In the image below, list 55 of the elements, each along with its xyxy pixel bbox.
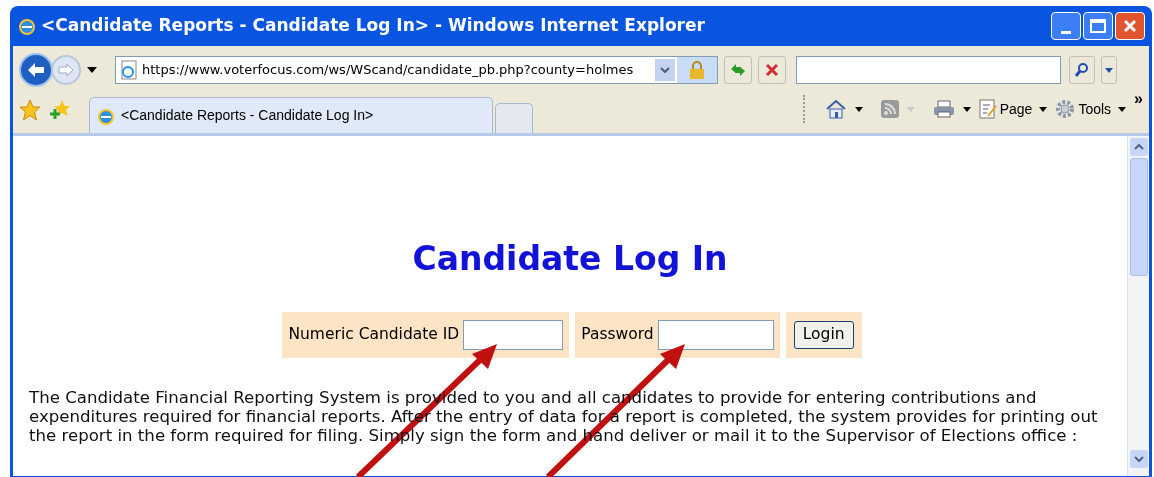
add-favorite-icon[interactable] [49,99,71,121]
page-menu-button[interactable]: Page [978,98,1048,120]
tools-menu-button[interactable]: Tools [1055,98,1127,120]
minimize-button[interactable] [1051,12,1081,40]
field-label: Numeric Candidate ID [288,324,460,346]
scroll-thumb[interactable] [1129,158,1148,276]
forward-arrow-icon [58,63,74,77]
chevron-down-icon [1133,456,1144,462]
security-lock-button[interactable] [677,57,717,83]
login-button[interactable]: Login [793,321,854,349]
scroll-down-button[interactable] [1129,450,1148,468]
dropdown-caret-icon[interactable] [87,67,97,73]
printer-icon[interactable] [932,100,955,118]
chevron-down-icon [660,67,670,73]
back-button[interactable] [19,53,53,87]
gear-icon [1055,99,1076,119]
address-field[interactable]: https://www.voterfocus.com/ws/WScand/candidate_pb.php?county=holmes [115,56,718,84]
page-icon [978,99,997,119]
back-arrow-icon [27,62,45,78]
close-icon [1122,18,1138,34]
minimize-icon [1061,31,1071,34]
feed-icon[interactable] [880,100,899,118]
caret-icon[interactable] [962,106,971,112]
search-icon [1074,62,1090,78]
vertical-scrollbar[interactable] [1127,136,1149,476]
chevron-up-icon [1133,144,1144,150]
address-dropdown-button[interactable] [655,59,675,81]
browser-tab[interactable]: <Candidate Reports - Candidate Log In> [89,97,493,133]
maximize-button[interactable] [1083,12,1113,40]
stop-button[interactable] [758,56,786,84]
window-title: <Candidate Reports - Candidate Log In> - Windows Internet Explorer [41,14,705,38]
page-icon [120,60,138,80]
candidate-id-field[interactable] [463,320,564,350]
search-button[interactable] [1069,56,1095,84]
more-tools-chevron[interactable]: » [1134,87,1143,111]
browser-logo-icon [17,16,37,36]
padlock-icon [689,60,705,80]
caret-icon[interactable] [854,106,863,112]
caret-icon [1105,67,1113,73]
close-button[interactable] [1115,12,1145,40]
caret-icon [1118,106,1127,112]
refresh-arrows-icon [729,62,747,78]
caret-icon [1039,106,1048,112]
field-label: Password [581,324,654,346]
maximize-icon [1090,19,1106,33]
search-options-button[interactable] [1101,56,1117,84]
refresh-button[interactable] [724,56,752,84]
password-field[interactable] [657,320,774,350]
url-text: https://www.voterfocus.com/ws/WScand/candidate_pb.php?county=holmes [142,61,635,80]
search-field[interactable] [796,56,1061,84]
page-heading: Candidate Log In [412,242,728,275]
stop-x-icon [765,63,779,77]
home-icon[interactable] [824,99,847,119]
scroll-up-button[interactable] [1129,138,1148,156]
favorites-star-icon[interactable] [19,99,41,121]
